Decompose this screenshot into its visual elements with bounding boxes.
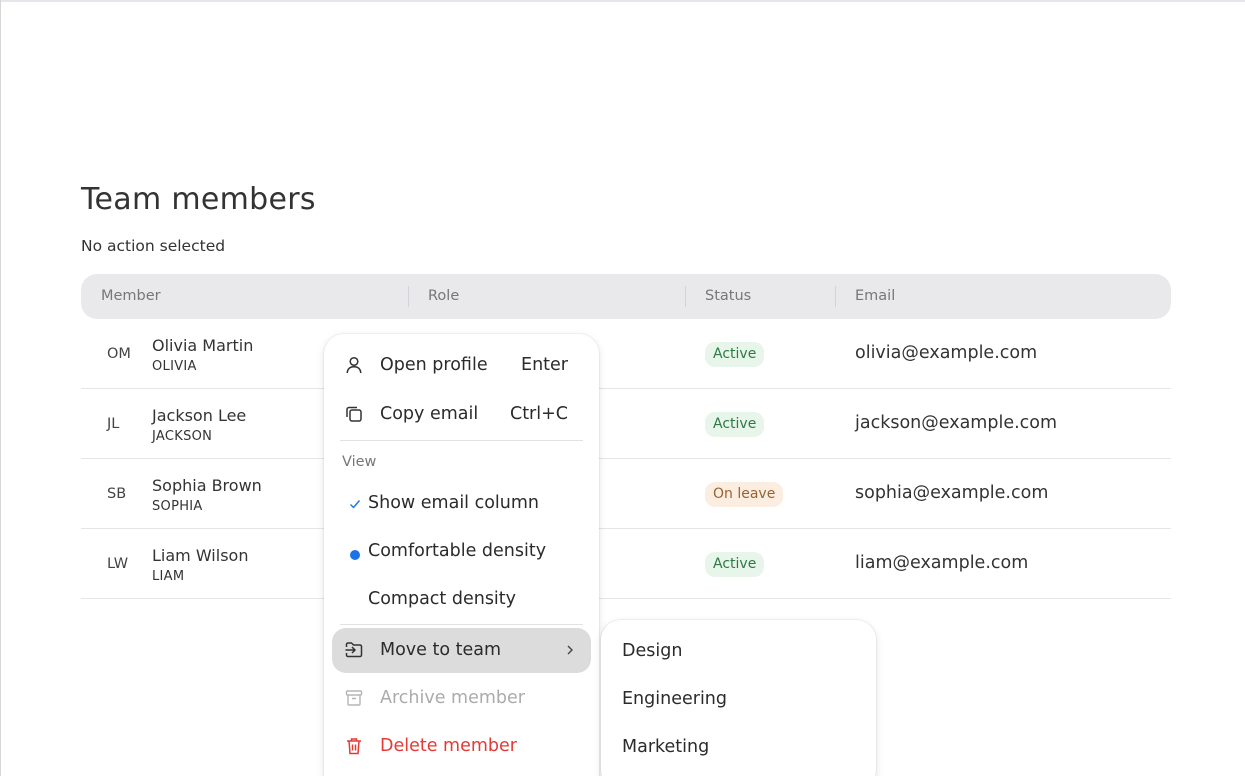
table-row[interactable]: LW Liam Wilson LIAM Active liam@example.… xyxy=(81,529,1171,599)
table-row[interactable]: OM Olivia Martin OLIVIA Active olivia@ex… xyxy=(81,319,1171,389)
column-header-email[interactable]: Email xyxy=(855,274,895,319)
column-divider[interactable] xyxy=(835,286,836,307)
comfortable-density-option[interactable]: Comfortable density xyxy=(332,529,591,574)
delete-member-menu-item[interactable]: Delete member xyxy=(332,724,591,769)
menu-item-label: Design xyxy=(622,641,683,661)
status-badge: Active xyxy=(705,342,765,367)
user-icon xyxy=(346,356,362,374)
avatar: LW xyxy=(107,556,129,572)
avatar: OM xyxy=(107,346,131,362)
menu-group-label: View xyxy=(342,454,377,470)
radio-selected-icon xyxy=(350,550,360,560)
member-handle: JACKSON xyxy=(152,429,213,444)
menu-item-label: Show email column xyxy=(368,493,540,513)
status-badge: Active xyxy=(705,412,765,437)
status-badge: Active xyxy=(705,552,765,577)
column-header-status[interactable]: Status xyxy=(705,274,751,319)
menu-item-label: Marketing xyxy=(622,737,710,757)
copy-email-menu-item[interactable]: Copy email Ctrl+C xyxy=(332,392,591,437)
member-name: Jackson Lee xyxy=(152,406,247,425)
member-handle: SOPHIA xyxy=(152,499,203,514)
check-icon xyxy=(350,500,361,509)
menu-item-label: Compact density xyxy=(368,589,517,609)
menu-item-label: Open profile xyxy=(380,355,488,375)
table-row[interactable]: JL Jackson Lee JACKSON ger Active jackso… xyxy=(81,389,1171,459)
avatar: JL xyxy=(107,416,120,432)
member-email: olivia@example.com xyxy=(855,343,1038,363)
action-status: No action selected xyxy=(81,237,226,255)
menu-divider xyxy=(340,440,583,441)
team-option-engineering[interactable]: Engineering xyxy=(609,677,868,722)
member-handle: LIAM xyxy=(152,569,185,584)
member-name: Liam Wilson xyxy=(152,546,249,565)
menu-item-label: Move to team xyxy=(380,640,502,660)
archive-icon xyxy=(345,690,363,706)
status-badge: On leave xyxy=(705,482,784,507)
avatar: SB xyxy=(107,486,127,502)
menu-item-label: Archive member xyxy=(380,688,525,708)
move-to-team-menu-item[interactable]: Move to team xyxy=(332,628,591,673)
window-top-border xyxy=(0,0,1245,2)
copy-icon xyxy=(346,406,362,422)
member-name: Sophia Brown xyxy=(152,476,262,495)
team-option-marketing[interactable]: Marketing xyxy=(609,725,868,770)
show-email-column-toggle[interactable]: Show email column xyxy=(332,481,591,526)
move-icon xyxy=(345,642,363,658)
column-header-role[interactable]: Role xyxy=(428,274,459,319)
table-header: Member Role Status Email xyxy=(81,274,1171,319)
keyboard-shortcut: Enter xyxy=(521,355,568,375)
menu-item-label: Engineering xyxy=(622,689,727,709)
member-email: jackson@example.com xyxy=(855,413,1058,433)
archive-member-menu-item[interactable]: Archive member xyxy=(332,676,591,721)
member-email: liam@example.com xyxy=(855,553,1029,573)
member-handle: OLIVIA xyxy=(152,359,197,374)
menu-divider xyxy=(340,624,583,625)
window-left-border xyxy=(0,0,1,776)
member-name: Olivia Martin xyxy=(152,336,254,355)
keyboard-shortcut: Ctrl+C xyxy=(509,404,568,424)
team-submenu: Design Engineering Marketing xyxy=(601,620,876,776)
open-profile-menu-item[interactable]: Open profile Enter xyxy=(332,343,591,388)
trash-icon xyxy=(347,738,361,755)
menu-item-label: Copy email xyxy=(380,404,479,424)
column-divider[interactable] xyxy=(685,286,686,307)
column-header-member[interactable]: Member xyxy=(101,274,161,319)
menu-item-label: Comfortable density xyxy=(368,541,547,561)
row-context-menu: Open profile Enter Copy email Ctrl+C Vie… xyxy=(324,334,599,776)
column-divider[interactable] xyxy=(408,286,409,307)
compact-density-option[interactable]: Compact density xyxy=(332,577,591,622)
chevron-right-icon xyxy=(567,645,573,655)
menu-item-label: Delete member xyxy=(380,736,517,756)
team-option-design[interactable]: Design xyxy=(609,629,868,674)
table-row[interactable]: SB Sophia Brown SOPHIA On leave sophia@e… xyxy=(81,459,1171,529)
page-title: Team members xyxy=(81,182,316,217)
member-email: sophia@example.com xyxy=(855,483,1049,503)
